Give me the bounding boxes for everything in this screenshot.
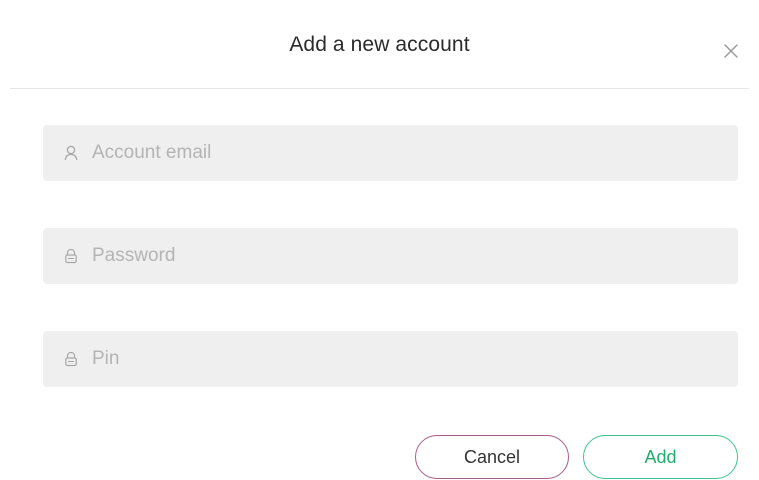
dialog-header: Add a new account — [0, 0, 759, 88]
lock-icon — [63, 248, 79, 264]
user-icon — [63, 145, 79, 161]
add-account-dialog: Add a new account Account email Cancel A… — [0, 0, 759, 480]
pin-input[interactable] — [92, 348, 712, 370]
add-button[interactable]: Add — [583, 435, 738, 479]
password-field[interactable] — [43, 228, 738, 284]
password-input[interactable] — [92, 245, 712, 267]
lock-icon — [63, 351, 79, 367]
cancel-button[interactable]: Cancel — [415, 435, 569, 479]
pin-field[interactable] — [43, 331, 738, 387]
close-icon — [724, 44, 738, 58]
close-button[interactable] — [719, 39, 743, 63]
dialog-title: Add a new account — [289, 33, 470, 56]
account-email-input[interactable] — [92, 142, 712, 164]
account-email-field[interactable] — [43, 125, 738, 181]
header-divider — [10, 88, 749, 89]
